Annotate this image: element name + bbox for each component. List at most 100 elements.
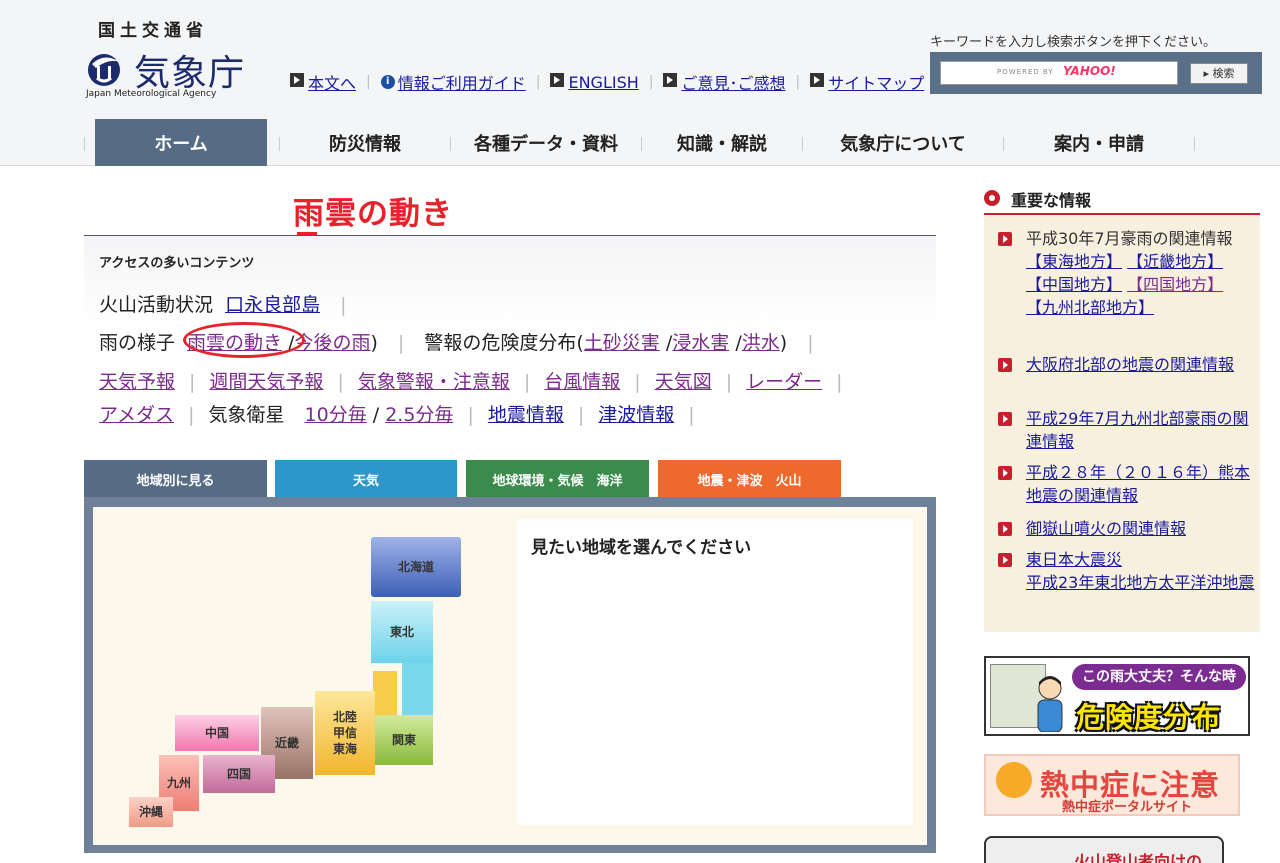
usage-guide-link[interactable]: i 情報ご利用ガイド bbox=[380, 70, 526, 94]
nav-guide-application[interactable]: 案内・申請 bbox=[1004, 119, 1194, 166]
important-info-list: 平成30年7月豪雨の関連情報 【東海地方】 【近畿地方】 【中国地方】 【四国地… bbox=[984, 215, 1260, 632]
region-tohoku[interactable]: 東北 bbox=[371, 601, 433, 663]
feedback-label[interactable]: ご意見･ご感想 bbox=[681, 70, 785, 94]
divider: | bbox=[340, 294, 347, 316]
english-label[interactable]: ENGLISH bbox=[568, 73, 638, 92]
person-illustration-icon bbox=[1037, 676, 1063, 732]
nav-disaster-info[interactable]: 防災情報 bbox=[280, 119, 450, 166]
english-link[interactable]: ENGLISH bbox=[550, 73, 639, 92]
arrow-square-icon bbox=[998, 232, 1012, 246]
ontake-eruption-link[interactable]: 御嶽山噴火の関連情報 bbox=[1026, 517, 1256, 540]
region-kanto[interactable]: 関東 bbox=[375, 715, 433, 765]
skip-to-content-label[interactable]: 本文へ bbox=[308, 70, 356, 94]
tokai-region-link[interactable]: 【東海地方】 bbox=[1026, 252, 1122, 271]
region-shikoku[interactable]: 四国 bbox=[203, 755, 275, 793]
arrow-square-icon bbox=[998, 412, 1012, 426]
region-chugoku[interactable]: 中国 bbox=[175, 715, 259, 751]
important-info: 重要な情報 平成30年7月豪雨の関連情報 【東海地方】 【近畿地方】 【中国地方… bbox=[984, 178, 1260, 632]
kuchinoerabu-link[interactable]: 口永良部島 bbox=[225, 294, 320, 316]
jma-emblem-icon[interactable] bbox=[86, 52, 126, 88]
warning-label: 警報の危険度分布( bbox=[424, 332, 584, 354]
tab-earthquake-volcano[interactable]: 地震・津波 火山 bbox=[658, 460, 841, 498]
region-okinawa[interactable]: 沖縄 bbox=[129, 797, 173, 827]
paren-close: ) bbox=[779, 332, 788, 354]
kyushu-north-region-link[interactable]: 【九州北部地方】 bbox=[1026, 298, 1154, 317]
kinki-region-link[interactable]: 【近畿地方】 bbox=[1127, 252, 1223, 271]
divider: | bbox=[648, 74, 654, 90]
sun-mascot-icon bbox=[996, 762, 1032, 798]
satellite-2-5min-link[interactable]: 2.5分毎 bbox=[385, 404, 453, 426]
skip-to-content-link[interactable]: 本文へ bbox=[290, 70, 356, 94]
divider: | bbox=[366, 74, 371, 90]
sitemap-link[interactable]: サイトマップ bbox=[810, 70, 924, 94]
weekly-forecast-link[interactable]: 週間天気予報 bbox=[209, 371, 323, 393]
weather-forecast-link[interactable]: 天気予報 bbox=[99, 371, 175, 393]
feedback-link[interactable]: ご意見･ご感想 bbox=[663, 70, 786, 94]
utility-links: 本文へ | i 情報ご利用ガイド | ENGLISH | ご意見･ご感想 | サ… bbox=[290, 70, 924, 94]
flood-link[interactable]: 洪水 bbox=[742, 332, 780, 354]
arrow-square-icon bbox=[998, 358, 1012, 372]
divider: | bbox=[189, 371, 196, 393]
volcano-climbers-banner[interactable]: 火山登山者向けの bbox=[984, 836, 1224, 863]
arrow-square-icon bbox=[550, 73, 565, 87]
typhoon-link[interactable]: 台風情報 bbox=[544, 371, 620, 393]
divider: | bbox=[535, 74, 541, 90]
arrow-square-icon bbox=[290, 73, 304, 87]
landslide-link[interactable]: 土砂災害 bbox=[584, 332, 660, 354]
radar-link[interactable]: レーダー bbox=[746, 371, 822, 393]
earthquake-info-link[interactable]: 地震情報 bbox=[488, 404, 564, 426]
tab-environment-ocean[interactable]: 地球環境・気候 海洋 bbox=[466, 460, 649, 498]
tsunami-info-link[interactable]: 津波情報 bbox=[598, 404, 674, 426]
tab-weather[interactable]: 天気 bbox=[275, 460, 457, 498]
heavy-rain-2018-label: 平成30年7月豪雨の関連情報 bbox=[1026, 229, 1233, 248]
volcano-label: 火山活動状況 bbox=[99, 294, 214, 316]
nav-about-jma[interactable]: 気象庁について bbox=[803, 119, 1003, 166]
yahoo-logo: YAHOO! bbox=[1063, 64, 1116, 78]
region-hokkaido[interactable]: 北海道 bbox=[371, 537, 461, 597]
amedas-link[interactable]: アメダス bbox=[99, 404, 174, 426]
list-item: 平成29年7月九州北部豪雨の関連情報 bbox=[998, 407, 1256, 453]
divider: | bbox=[467, 404, 474, 426]
nav-home[interactable]: ホーム bbox=[95, 119, 267, 166]
search-input[interactable]: POWERED BY YAHOO! bbox=[940, 61, 1178, 85]
select-region-prompt: 見たい地域を選んでください bbox=[531, 538, 752, 558]
annotation-title: 雨雲の動き bbox=[293, 196, 453, 232]
warnings-link[interactable]: 気象警報・注意報 bbox=[358, 371, 510, 393]
ministry-name: 国土交通省 bbox=[98, 21, 208, 41]
target-icon bbox=[984, 190, 1000, 206]
region-hokuriku-koshin-tokai[interactable]: 北陸 甲信 東海 bbox=[315, 691, 375, 775]
search-hint: キーワードを入力し検索ボタンを押下ください。 bbox=[930, 35, 1217, 50]
danger-banner-tagline: この雨大丈夫？そんな時 bbox=[1072, 664, 1246, 690]
sitemap-label[interactable]: サイトマップ bbox=[828, 70, 924, 94]
arrow-square-icon bbox=[663, 73, 678, 87]
region-detail-box: 見たい地域を選んでください bbox=[517, 519, 913, 825]
nav-divider bbox=[1194, 137, 1195, 151]
danger-distribution-banner[interactable]: この雨大丈夫？そんな時 危険度分布 bbox=[984, 656, 1250, 736]
great-east-japan-earthquake-link[interactable]: 東日本大震災 平成23年東北地方太平洋沖地震 bbox=[1026, 548, 1256, 594]
arrow-square-icon bbox=[810, 73, 825, 87]
slash: / bbox=[372, 404, 380, 426]
heatstroke-banner[interactable]: 熱中症に注意 熱中症ポータルサイト bbox=[984, 754, 1240, 816]
inundation-link[interactable]: 浸水害 bbox=[672, 332, 729, 354]
list-item: 平成２８年（２０１６年）熊本地震の関連情報 bbox=[998, 461, 1256, 507]
annotation-highlight-ellipse bbox=[183, 322, 305, 358]
heavy-rain-2018-regions: 【東海地方】 【近畿地方】 【中国地方】 【四国地方】 【九州北部地方】 bbox=[1026, 250, 1256, 319]
shikoku-region-link[interactable]: 【四国地方】 bbox=[1127, 275, 1223, 294]
region-panel-inner: 北海道 東北 北陸 甲信 東海 関東 近畿 中国 四国 九州 沖縄 見たい地域を… bbox=[93, 507, 927, 845]
usage-guide-label[interactable]: 情報ご利用ガイド bbox=[398, 70, 526, 94]
osaka-earthquake-link[interactable]: 大阪府北部の地震の関連情報 bbox=[1026, 353, 1256, 376]
tab-by-region[interactable]: 地域別に見る bbox=[84, 460, 267, 498]
nav-knowledge[interactable]: 知識・解説 bbox=[642, 119, 802, 166]
divider: | bbox=[795, 74, 801, 90]
region-tohoku-south[interactable] bbox=[402, 663, 433, 715]
nav-data-materials[interactable]: 各種データ・資料 bbox=[451, 119, 641, 166]
kyushu-heavy-rain-2017-link[interactable]: 平成29年7月九州北部豪雨の関連情報 bbox=[1026, 407, 1256, 453]
weather-chart-link[interactable]: 天気図 bbox=[655, 371, 712, 393]
region-hokuriku-north[interactable] bbox=[373, 671, 397, 715]
chugoku-region-link[interactable]: 【中国地方】 bbox=[1026, 275, 1122, 294]
search-button[interactable]: ▸ 検索 bbox=[1190, 63, 1248, 84]
forecast-rain-link[interactable]: 今後の雨 bbox=[294, 332, 370, 354]
satellite-10min-link[interactable]: 10分毎 bbox=[305, 404, 367, 426]
important-info-title: 重要な情報 bbox=[1011, 191, 1092, 210]
kumamoto-earthquake-link[interactable]: 平成２８年（２０１６年）熊本地震の関連情報 bbox=[1026, 461, 1256, 507]
